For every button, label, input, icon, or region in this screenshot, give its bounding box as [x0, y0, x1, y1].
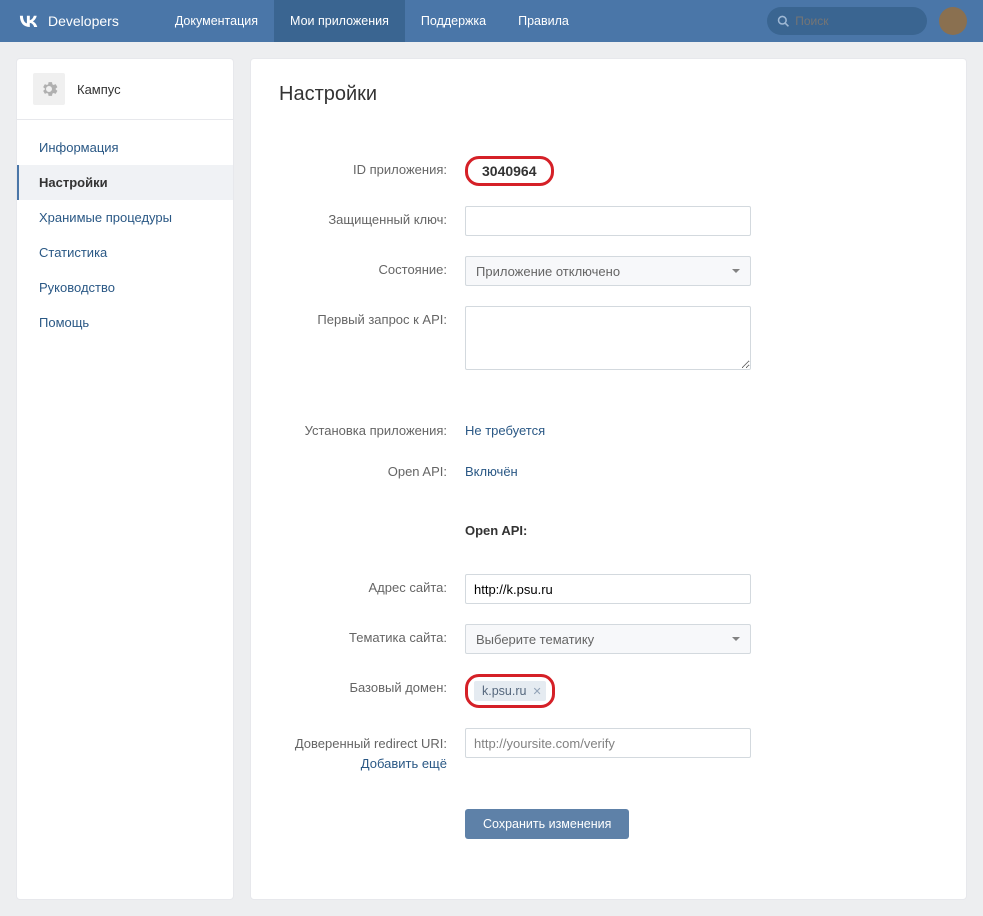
row-site-address: Адрес сайта: — [279, 574, 938, 604]
domain-token: k.psu.ru ✕ — [474, 681, 546, 701]
sidebar-item-info[interactable]: Информация — [17, 130, 233, 165]
row-first-request: Первый запрос к API: — [279, 306, 938, 373]
avatar[interactable] — [939, 7, 967, 35]
label-openapi: Open API: — [279, 458, 465, 479]
search-input[interactable] — [795, 14, 917, 28]
label-app-id: ID приложения: — [279, 156, 465, 177]
topbar-right — [767, 7, 967, 35]
label-install: Установка приложения: — [279, 417, 465, 438]
sidebar-item-stored-procs[interactable]: Хранимые процедуры — [17, 200, 233, 235]
nav-documentation[interactable]: Документация — [159, 0, 274, 42]
nav-rules[interactable]: Правила — [502, 0, 585, 42]
row-section-header: Open API: — [279, 499, 938, 554]
sidebar-header: Кампус — [17, 59, 233, 120]
first-request-textarea[interactable] — [465, 306, 751, 370]
logo-text: Developers — [48, 13, 119, 29]
row-redirect: Доверенный redirect URI: Добавить ещё — [279, 728, 938, 773]
status-select[interactable]: Приложение отключено — [465, 256, 751, 286]
openapi-value[interactable]: Включён — [465, 458, 518, 479]
base-domain-input[interactable] — [558, 683, 718, 698]
label-site-theme: Тематика сайта: — [279, 624, 465, 645]
redirect-add-more[interactable]: Добавить ещё — [361, 756, 447, 771]
row-save: Сохранить изменения — [279, 793, 938, 839]
logo-section[interactable]: Developers — [16, 9, 119, 33]
chevron-down-icon — [732, 269, 740, 273]
row-app-id: ID приложения: 3040964 — [279, 156, 938, 186]
base-domain-highlight: k.psu.ru ✕ — [465, 674, 555, 708]
label-site-address: Адрес сайта: — [279, 574, 465, 595]
sidebar-item-stats[interactable]: Статистика — [17, 235, 233, 270]
label-base-domain: Базовый домен: — [279, 674, 465, 695]
sidebar-item-help[interactable]: Помощь — [17, 305, 233, 340]
install-value[interactable]: Не требуется — [465, 417, 545, 438]
label-secret: Защищенный ключ: — [279, 206, 465, 227]
label-status: Состояние: — [279, 256, 465, 277]
vk-logo-icon — [16, 9, 40, 33]
site-address-input[interactable] — [465, 574, 751, 604]
site-theme-placeholder: Выберите тематику — [476, 632, 594, 647]
openapi-section-header: Open API: — [465, 523, 765, 538]
search-box[interactable] — [767, 7, 927, 35]
label-first-request: Первый запрос к API: — [279, 306, 465, 327]
row-install: Установка приложения: Не требуется — [279, 417, 938, 438]
label-redirect: Доверенный redirect URI: Добавить ещё — [279, 728, 465, 773]
nav-support[interactable]: Поддержка — [405, 0, 502, 42]
save-button[interactable]: Сохранить изменения — [465, 809, 629, 839]
sidebar-item-settings[interactable]: Настройки — [17, 165, 233, 200]
app-id-value: 3040964 — [465, 156, 554, 186]
secret-input[interactable] — [465, 206, 751, 236]
sidebar: Кампус Информация Настройки Хранимые про… — [16, 58, 234, 900]
topbar: Developers Документация Мои приложения П… — [0, 0, 983, 42]
app-icon-box — [33, 73, 65, 105]
page-wrap: Кампус Информация Настройки Хранимые про… — [0, 42, 983, 916]
redirect-input[interactable] — [465, 728, 751, 758]
status-value: Приложение отключено — [476, 264, 620, 279]
close-icon[interactable]: ✕ — [532, 685, 541, 698]
domain-token-text: k.psu.ru — [482, 684, 526, 698]
site-theme-select[interactable]: Выберите тематику — [465, 624, 751, 654]
chevron-down-icon — [732, 637, 740, 641]
nav-items: Документация Мои приложения Поддержка Пр… — [159, 0, 585, 42]
row-secret: Защищенный ключ: — [279, 206, 938, 236]
app-name: Кампус — [77, 82, 121, 97]
row-status: Состояние: Приложение отключено — [279, 256, 938, 286]
nav-my-apps[interactable]: Мои приложения — [274, 0, 405, 42]
sidebar-item-guide[interactable]: Руководство — [17, 270, 233, 305]
row-openapi: Open API: Включён — [279, 458, 938, 479]
main-panel: Настройки ID приложения: 3040964 Защищен… — [250, 58, 967, 900]
page-title: Настройки — [279, 83, 938, 106]
row-site-theme: Тематика сайта: Выберите тематику — [279, 624, 938, 654]
row-base-domain: Базовый домен: k.psu.ru ✕ — [279, 674, 938, 708]
gear-icon — [40, 80, 58, 98]
search-icon — [777, 14, 789, 28]
